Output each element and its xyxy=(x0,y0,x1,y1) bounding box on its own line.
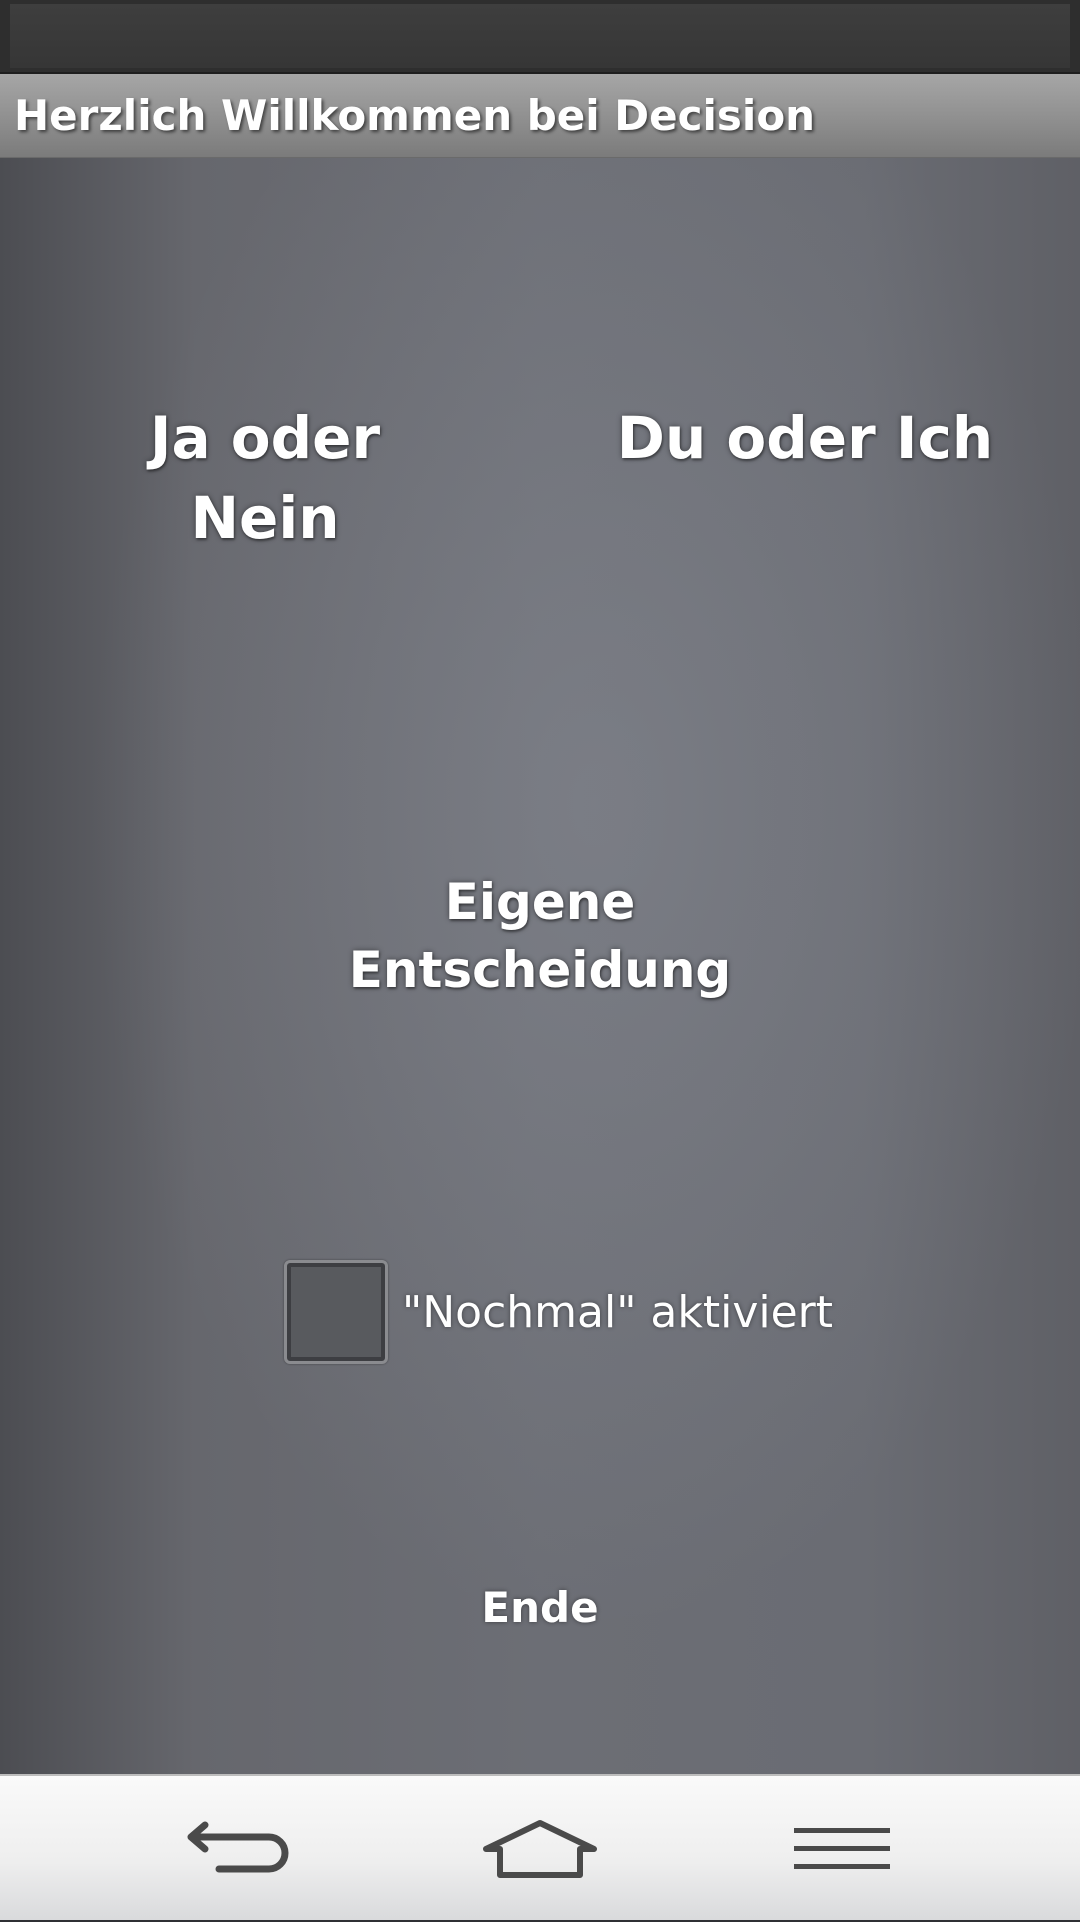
navigation-bar xyxy=(0,1774,1080,1920)
menu-button[interactable] xyxy=(742,1776,942,1922)
end-button[interactable]: Ende xyxy=(440,1578,640,1638)
you-me-button[interactable]: Du oder Ich xyxy=(610,398,1000,478)
main-content: Ja oder Nein Du oder Ich Eigene Entschei… xyxy=(0,158,1080,1774)
status-bar-background xyxy=(10,4,1070,68)
menu-icon xyxy=(794,1828,890,1869)
home-icon xyxy=(483,1820,597,1878)
repeat-checkbox[interactable] xyxy=(284,1260,388,1364)
back-icon xyxy=(187,1821,289,1873)
title-bar: Herzlich Willkommen bei Decision xyxy=(0,74,1080,158)
repeat-checkbox-label: "Nochmal" aktiviert xyxy=(402,1286,834,1338)
yes-no-button[interactable]: Ja oder Nein xyxy=(110,398,420,558)
back-button[interactable] xyxy=(138,1776,338,1922)
app-title: Herzlich Willkommen bei Decision xyxy=(14,91,816,140)
status-bar xyxy=(0,0,1080,74)
repeat-checkbox-row[interactable]: "Nochmal" aktiviert xyxy=(284,1260,833,1364)
home-button[interactable] xyxy=(440,1776,640,1922)
own-decision-button[interactable]: Eigene Entscheidung xyxy=(300,868,780,1004)
